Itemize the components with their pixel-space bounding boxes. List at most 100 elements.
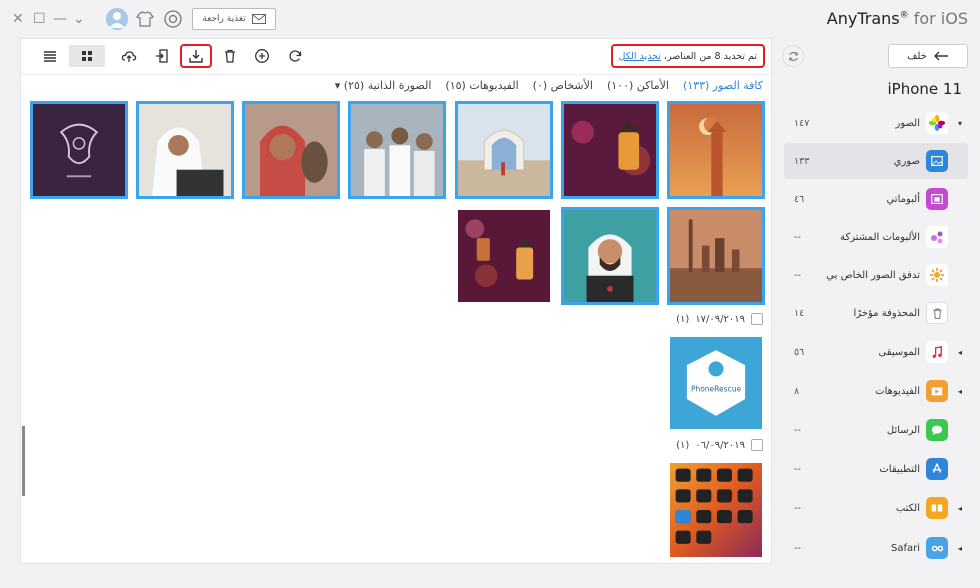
sidebar-item-count: -- <box>794 269 801 281</box>
sidebar-item-albums[interactable]: ٤٦ ألبوماتي <box>784 181 968 217</box>
sidebar-item-shared-albums[interactable]: -- الألبومات المشتركة <box>784 219 968 255</box>
phonerescue-label: PhoneRescue <box>691 384 742 393</box>
expand-arrow-icon[interactable]: ◂ <box>958 387 962 396</box>
support-icon[interactable] <box>162 8 184 30</box>
photo-thumbnail[interactable] <box>30 101 128 199</box>
close-icon[interactable]: ✕ <box>12 11 24 27</box>
filter-all-photos[interactable]: كافة الصور (١٣٣) <box>683 79 763 95</box>
sidebar-item-label: Safari <box>890 542 920 554</box>
sidebar-item-books[interactable]: -- الكتب ◂ <box>784 490 968 526</box>
falcon-man-image <box>245 104 337 196</box>
albums-icon <box>926 188 948 210</box>
chevron-down-icon[interactable]: ⌄ <box>73 11 85 27</box>
minimize-icon[interactable]: — <box>53 11 67 27</box>
title-bar: ✕ ☐ — ⌄ تغذية راجعة AnyTrans® for iOS <box>0 0 980 38</box>
sidebar-item-count: -- <box>794 463 801 475</box>
mosque-tower-image <box>670 104 762 196</box>
back-button[interactable]: خلف <box>888 44 968 68</box>
sidebar-item-label: الصور <box>895 117 921 129</box>
delete-button[interactable] <box>217 45 243 67</box>
app-title: AnyTrans® for iOS <box>826 9 968 28</box>
sidebar-item-my-photos[interactable]: ١٣٣ صوري <box>784 143 968 179</box>
sidebar-item-recently-deleted[interactable]: ١٤ المحذوفة مؤخرًا <box>784 295 968 331</box>
photo-thumbnail[interactable] <box>348 101 446 199</box>
messages-icon <box>926 419 948 441</box>
mail-icon <box>251 14 266 24</box>
city-skyline-image <box>670 210 762 302</box>
sidebar-item-photos[interactable]: ١٤٧ الصور ▾ <box>784 105 968 141</box>
maximize-icon[interactable]: ☐ <box>33 11 46 27</box>
sidebar-item-label: الرسائل <box>886 424 920 436</box>
refresh-button[interactable] <box>282 45 308 67</box>
sidebar-item-label: المحذوفة مؤخرًا <box>853 307 920 319</box>
sidebar-item-safari[interactable]: -- Safari ◂ <box>784 530 968 566</box>
refresh-icon <box>289 50 302 62</box>
tshirt-icon[interactable] <box>134 8 156 30</box>
import-button[interactable] <box>149 45 175 67</box>
homescreen-screenshot-image <box>670 463 762 557</box>
illustration-man-image <box>564 210 656 302</box>
photos-icon <box>926 112 948 134</box>
photo-thumbnail[interactable] <box>455 101 553 199</box>
upload-cloud-button[interactable] <box>116 45 142 67</box>
grid-view-button[interactable] <box>69 45 105 67</box>
date-group-count: (١) <box>676 439 690 451</box>
sidebar-item-count: -- <box>794 231 801 243</box>
photo-filter-tabs: كافة الصور (١٣٣) الأماكن (١٠٠) الأشخاص (… <box>335 79 763 95</box>
photo-thumbnail[interactable] <box>667 207 765 305</box>
filter-places[interactable]: الأماكن (١٠٠) <box>607 79 669 95</box>
photo-thumbnail[interactable] <box>667 460 765 560</box>
expand-arrow-icon[interactable]: ◂ <box>958 504 962 513</box>
sidebar-item-count: -- <box>794 424 801 436</box>
date-group-header: ١٧/٠٩/٢٠١٩ (١) <box>676 311 763 327</box>
photo-thumbnail[interactable]: PhoneRescue <box>667 334 765 432</box>
sidebar-item-count: ٤٦ <box>794 193 805 205</box>
sidebar-item-videos[interactable]: ٨ الفيديوهات ◂ <box>784 373 968 409</box>
import-icon <box>156 49 168 63</box>
photo-thumbnail[interactable] <box>561 207 659 305</box>
trash-icon <box>926 302 948 324</box>
select-all-link[interactable]: تحديد الكل <box>619 51 661 62</box>
music-icon <box>926 341 948 363</box>
lanterns-night-image <box>458 210 550 302</box>
sidebar-item-apps[interactable]: -- التطبيقات <box>784 451 968 487</box>
selection-status: تم تحديد 8 من العناصر، تحديد الكل <box>610 44 765 68</box>
vertical-scrollbar[interactable] <box>22 426 25 496</box>
photo-thumbnail[interactable] <box>136 101 234 199</box>
safari-icon <box>926 537 948 559</box>
main-panel: تم تحديد 8 من العناصر، تحديد الكل كافة ا… <box>20 38 773 564</box>
feedback-button[interactable]: تغذية راجعة <box>192 8 276 30</box>
sidebar-item-music[interactable]: ٥٦ الموسيقى ◂ <box>784 334 968 370</box>
photo-thumbnail[interactable] <box>561 101 659 199</box>
sidebar-item-messages[interactable]: -- الرسائل <box>784 412 968 448</box>
add-button[interactable] <box>249 45 275 67</box>
select-date-group-checkbox[interactable] <box>751 313 763 325</box>
sidebar-item-label: الموسيقى <box>878 346 920 358</box>
filter-videos[interactable]: الفيديوهات (١٥) <box>445 79 518 95</box>
export-to-pc-button[interactable] <box>180 44 212 68</box>
expand-arrow-icon[interactable]: ▾ <box>958 119 962 128</box>
photo-thumbnail[interactable] <box>242 101 340 199</box>
download-icon <box>189 50 203 63</box>
filter-people[interactable]: الأشخاص (٠) <box>533 79 593 95</box>
sidebar-item-count: ١٣٣ <box>794 155 810 167</box>
expand-arrow-icon[interactable]: ◂ <box>958 544 962 553</box>
avatar-icon[interactable] <box>106 8 128 30</box>
list-view-button[interactable] <box>37 45 63 67</box>
photo-thumbnail[interactable] <box>455 207 553 305</box>
sidebar-item-label: الكتب <box>895 502 920 514</box>
date-group-date: ٠٦/٠٩/٢٠١٩ <box>695 439 745 451</box>
filter-selfies[interactable]: الصورة الذاتية (٢٥) ▾ <box>335 79 432 95</box>
phonerescue-ad-image: PhoneRescue <box>670 337 762 429</box>
sidebar-item-count: ٨ <box>794 385 800 397</box>
group-photo-image <box>351 104 443 196</box>
arrow-left-icon <box>933 51 948 61</box>
lantern-image <box>564 104 656 196</box>
photo-thumbnail[interactable] <box>667 101 765 199</box>
books-icon <box>926 497 948 519</box>
expand-arrow-icon[interactable]: ◂ <box>958 348 962 357</box>
sidebar-item-photo-stream[interactable]: -- تدفق الصور الخاص بي <box>784 257 968 293</box>
photo-stream-icon <box>926 264 948 286</box>
select-date-group-checkbox[interactable] <box>751 439 763 451</box>
sync-button[interactable] <box>782 45 804 67</box>
